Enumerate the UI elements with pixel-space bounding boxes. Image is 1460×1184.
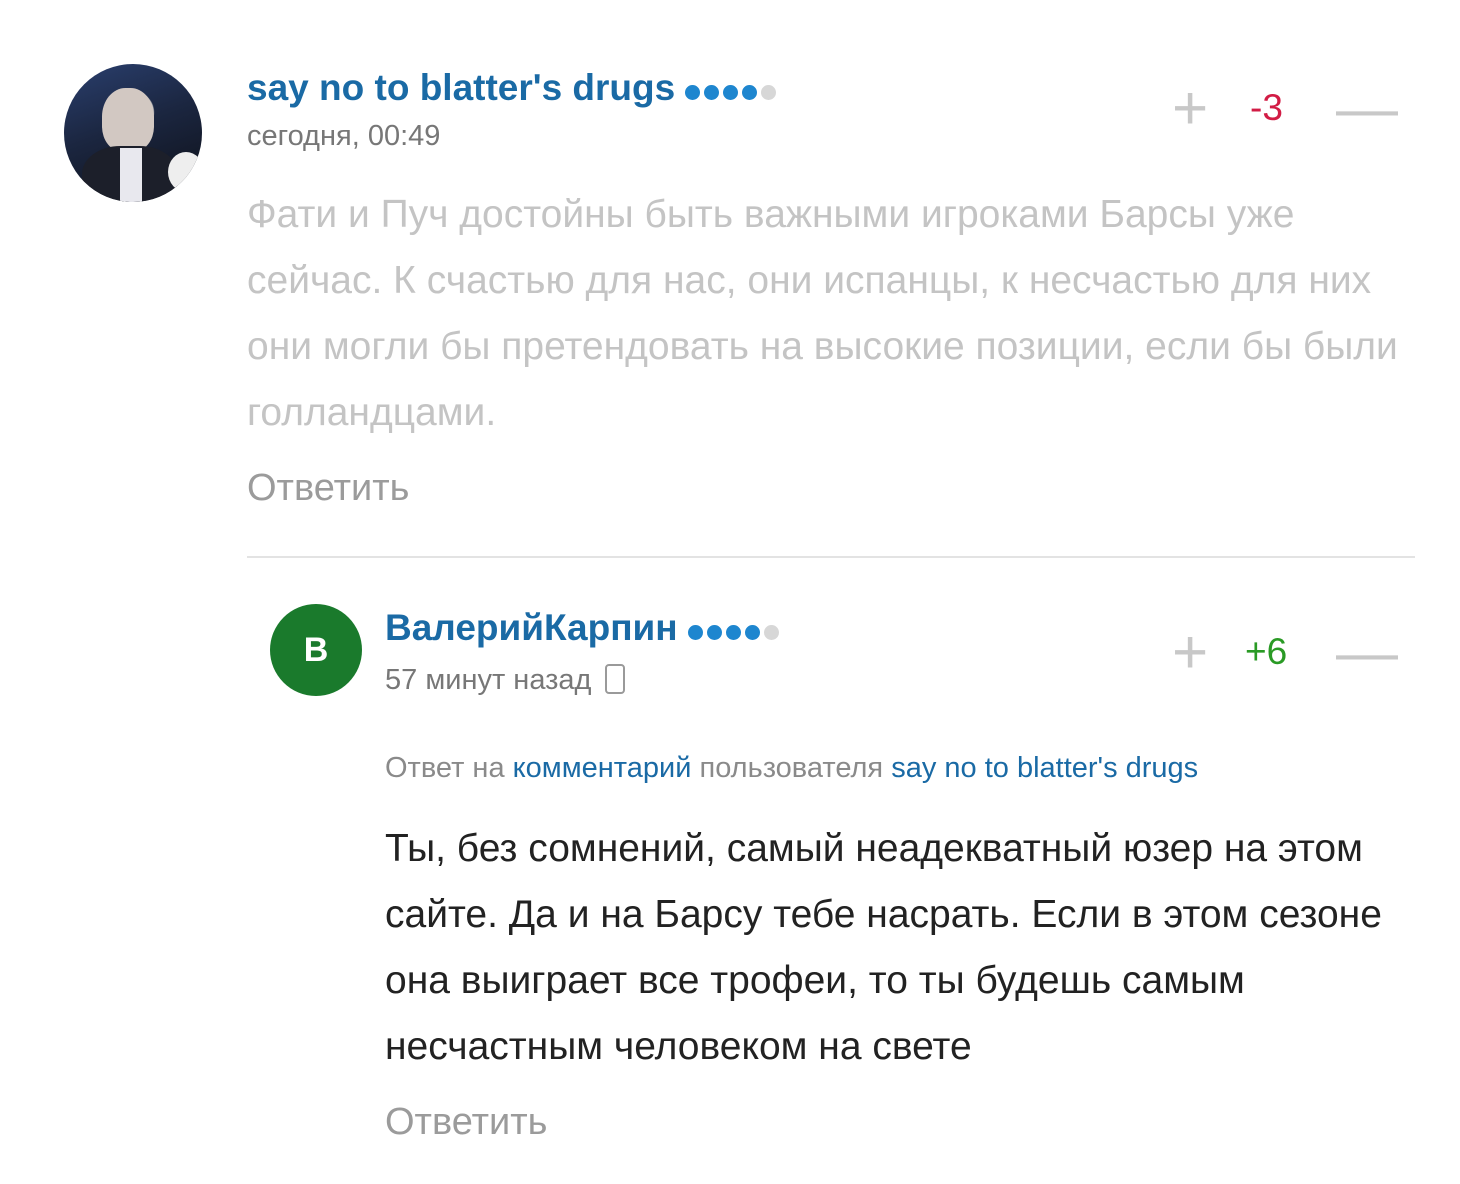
- comment-timestamp: сегодня, 00:49: [247, 120, 441, 152]
- comment-score: +6: [1245, 631, 1288, 672]
- downvote-minus-icon[interactable]: —: [1336, 622, 1398, 684]
- comment-timestamp: 57 минут назад: [385, 664, 592, 696]
- mobile-phone-icon: [605, 664, 626, 695]
- username[interactable]: ВалерийКарпин: [385, 607, 678, 648]
- parent-comment-link[interactable]: комментарий: [513, 752, 692, 784]
- divider: [247, 556, 1415, 558]
- upvote-plus-icon[interactable]: +: [1172, 622, 1208, 684]
- avatar-letter: В: [303, 630, 329, 669]
- username[interactable]: say no to blatter's drugs: [247, 67, 675, 108]
- user-rating-dots: [687, 610, 783, 650]
- comment-text: Фати и Пуч достойны быть важными игрокам…: [247, 193, 1398, 434]
- reply-to-middle: пользователя: [699, 752, 884, 784]
- upvote-plus-icon[interactable]: +: [1172, 78, 1208, 140]
- comment-timestamp-row: 57 минут назад: [385, 664, 626, 696]
- downvote-minus-icon[interactable]: —: [1336, 78, 1398, 140]
- user-rating-dots: [685, 70, 780, 110]
- reply-button[interactable]: Ответить: [247, 468, 409, 508]
- comment-score: -3: [1250, 87, 1283, 128]
- avatar[interactable]: [64, 64, 202, 202]
- comment-author[interactable]: say no to blatter's drugs: [247, 68, 780, 110]
- reply-to-prefix: Ответ на: [385, 752, 505, 784]
- parent-user-link[interactable]: say no to blatter's drugs: [891, 752, 1198, 784]
- avatar[interactable]: В: [270, 604, 362, 696]
- reply-to-line: Ответ на комментарий пользователя say no…: [385, 752, 1198, 784]
- reply-button[interactable]: Ответить: [385, 1102, 547, 1142]
- comment-text: Ты, без сомнений, самый неадекватный юзе…: [385, 827, 1382, 1068]
- comment-author[interactable]: ВалерийКарпин: [385, 608, 783, 650]
